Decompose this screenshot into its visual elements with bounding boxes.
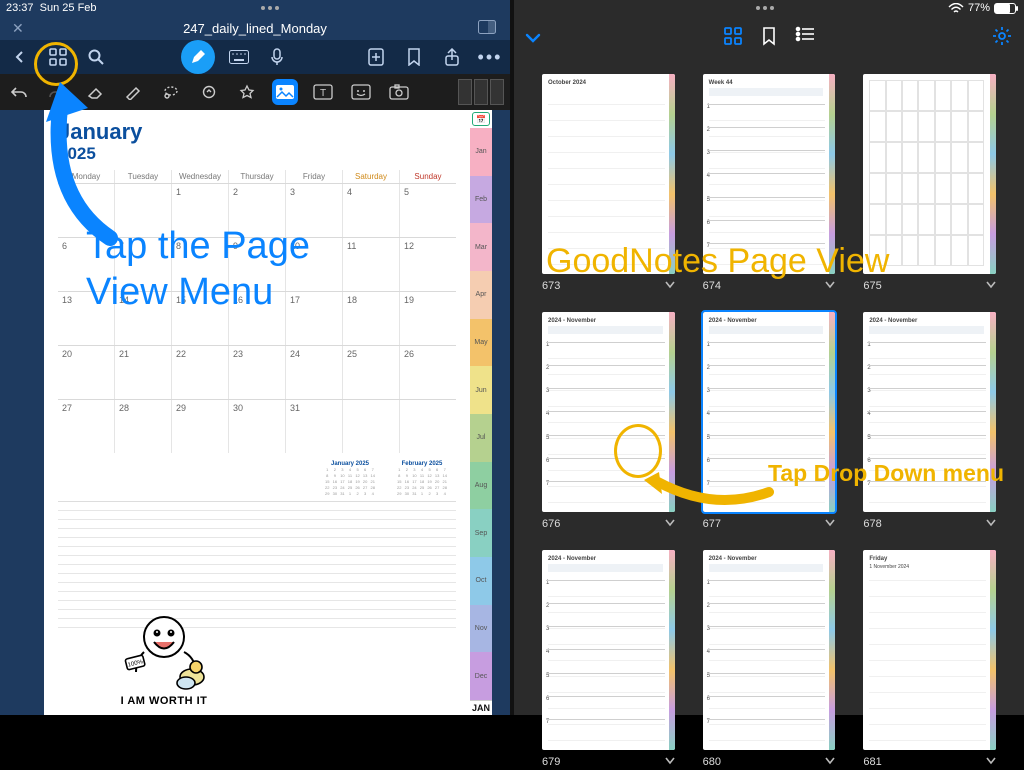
search-button[interactable] (82, 43, 110, 71)
thumbnail-680[interactable]: 2024 - November1234567680 (703, 550, 836, 770)
sticker-tool[interactable] (348, 79, 374, 105)
elements-tool[interactable] (234, 79, 260, 105)
thumb-number: 675 (863, 280, 881, 292)
day-header: Saturday (343, 170, 400, 183)
battery-icon (994, 3, 1016, 14)
thumb-number: 678 (863, 518, 881, 530)
month-tab-sep[interactable]: Sep (470, 509, 492, 557)
thumb-dropdown[interactable] (825, 518, 835, 530)
split-view-icon[interactable] (478, 20, 496, 37)
svg-text:T: T (320, 88, 326, 99)
month-tab-aug[interactable]: Aug (470, 462, 492, 510)
thumb-number: 677 (703, 518, 721, 530)
status-bar-right: 77% (514, 0, 1024, 16)
annotation-title: GoodNotes Page View (546, 242, 1014, 281)
undo-button[interactable] (6, 79, 32, 105)
status-bar: 23:37 Sun 25 Feb (0, 0, 510, 16)
goodnotes-editor-panel: 23:37 Sun 25 Feb ✕ 247_daily_lined_Monda… (0, 0, 510, 715)
thumb-number: 679 (542, 756, 560, 768)
day-header: Sunday (400, 170, 456, 183)
mic-button[interactable] (263, 43, 291, 71)
multitask-dots-right[interactable] (582, 6, 948, 10)
mini-calendars: January 20251234567891011121314151617181… (58, 461, 456, 497)
month-tab-jul[interactable]: Jul (470, 414, 492, 462)
back-button[interactable] (6, 43, 34, 71)
wifi-icon (948, 3, 964, 14)
thumb-dropdown[interactable] (986, 280, 996, 292)
arrow-to-pageview (40, 78, 130, 248)
tab-thumbnails[interactable] (723, 26, 743, 51)
status-time-date: 23:37 Sun 25 Feb (6, 2, 97, 14)
thumbnail-681[interactable]: Friday1 November 2024681 (863, 550, 996, 770)
image-tool[interactable] (272, 79, 298, 105)
month-tab-apr[interactable]: Apr (470, 271, 492, 319)
month-tab-feb[interactable]: Feb (470, 176, 492, 224)
share-button[interactable] (438, 43, 466, 71)
thumb-dropdown[interactable] (825, 756, 835, 768)
bookmark-button[interactable] (400, 43, 428, 71)
thumb-number: 680 (703, 756, 721, 768)
back-chevron[interactable] (524, 28, 542, 49)
month-tabs: 📅 JanFebMarAprMayJunJulAugSepOctNovDec J… (470, 110, 492, 715)
month-tab-jan[interactable]: Jan (470, 128, 492, 176)
arrow-to-dropdown (644, 452, 774, 512)
thumb-number: 673 (542, 280, 560, 292)
thumb-number: 676 (542, 518, 560, 530)
current-month-tab[interactable]: JAN (470, 700, 492, 715)
month-tab-jun[interactable]: Jun (470, 366, 492, 414)
day-header: Wednesday (172, 170, 229, 183)
thumbnail-679[interactable]: 2024 - November1234567679 (542, 550, 675, 770)
thumbnail-678[interactable]: 2024 - November1234567678 (863, 312, 996, 532)
more-button[interactable]: ••• (476, 43, 504, 71)
day-header: Friday (286, 170, 343, 183)
sticker-caption: I AM WORTH IT (104, 695, 224, 707)
month-tab-mar[interactable]: Mar (470, 223, 492, 271)
document-title-bar: ✕ 247_daily_lined_Monday (0, 16, 510, 40)
tab-outline[interactable] (795, 26, 815, 51)
keyboard-button[interactable] (225, 43, 253, 71)
tab-bookmarks[interactable] (761, 26, 777, 51)
thumb-dropdown[interactable] (986, 518, 996, 530)
month-tab-oct[interactable]: Oct (470, 557, 492, 605)
pen-tool-button[interactable] (181, 40, 215, 74)
thumb-number: 674 (703, 280, 721, 292)
add-page-button[interactable] (362, 43, 390, 71)
sticker-worth-it[interactable]: 100% I AM WORTH IT (104, 607, 224, 707)
goodnotes-pageview-panel: 77% October 2024673Week 4412345676746752… (514, 0, 1024, 715)
settings-button[interactable] (992, 26, 1012, 51)
thumb-dropdown[interactable] (665, 280, 675, 292)
month-tab-dec[interactable]: Dec (470, 652, 492, 700)
battery-percent: 77% (968, 2, 990, 14)
camera-tool[interactable] (386, 79, 412, 105)
document-title: 247_daily_lined_Monday (183, 21, 327, 36)
recent-thumbnails[interactable] (458, 79, 504, 105)
annotation-tap-dropdown: Tap Drop Down menu (768, 460, 1004, 487)
thumb-dropdown[interactable] (986, 756, 996, 768)
month-tab-nov[interactable]: Nov (470, 605, 492, 653)
pageview-header (514, 18, 1024, 58)
text-tool[interactable]: T (310, 79, 336, 105)
calendar-index-tab[interactable]: 📅 (472, 112, 490, 126)
close-tab-button[interactable]: ✕ (12, 20, 24, 37)
annotation-tap-pageview: Tap the Page View Menu (86, 224, 396, 315)
lasso-tool[interactable] (158, 79, 184, 105)
month-tab-may[interactable]: May (470, 319, 492, 367)
shape-tool[interactable] (196, 79, 222, 105)
thumb-number: 681 (863, 756, 881, 768)
thumb-dropdown[interactable] (665, 518, 675, 530)
thumb-dropdown[interactable] (825, 280, 835, 292)
thumb-dropdown[interactable] (665, 756, 675, 768)
multitask-dots[interactable] (97, 6, 444, 10)
day-header: Thursday (229, 170, 286, 183)
thumbnail-grid: October 2024673Week 4412345676746752024 … (514, 68, 1024, 715)
